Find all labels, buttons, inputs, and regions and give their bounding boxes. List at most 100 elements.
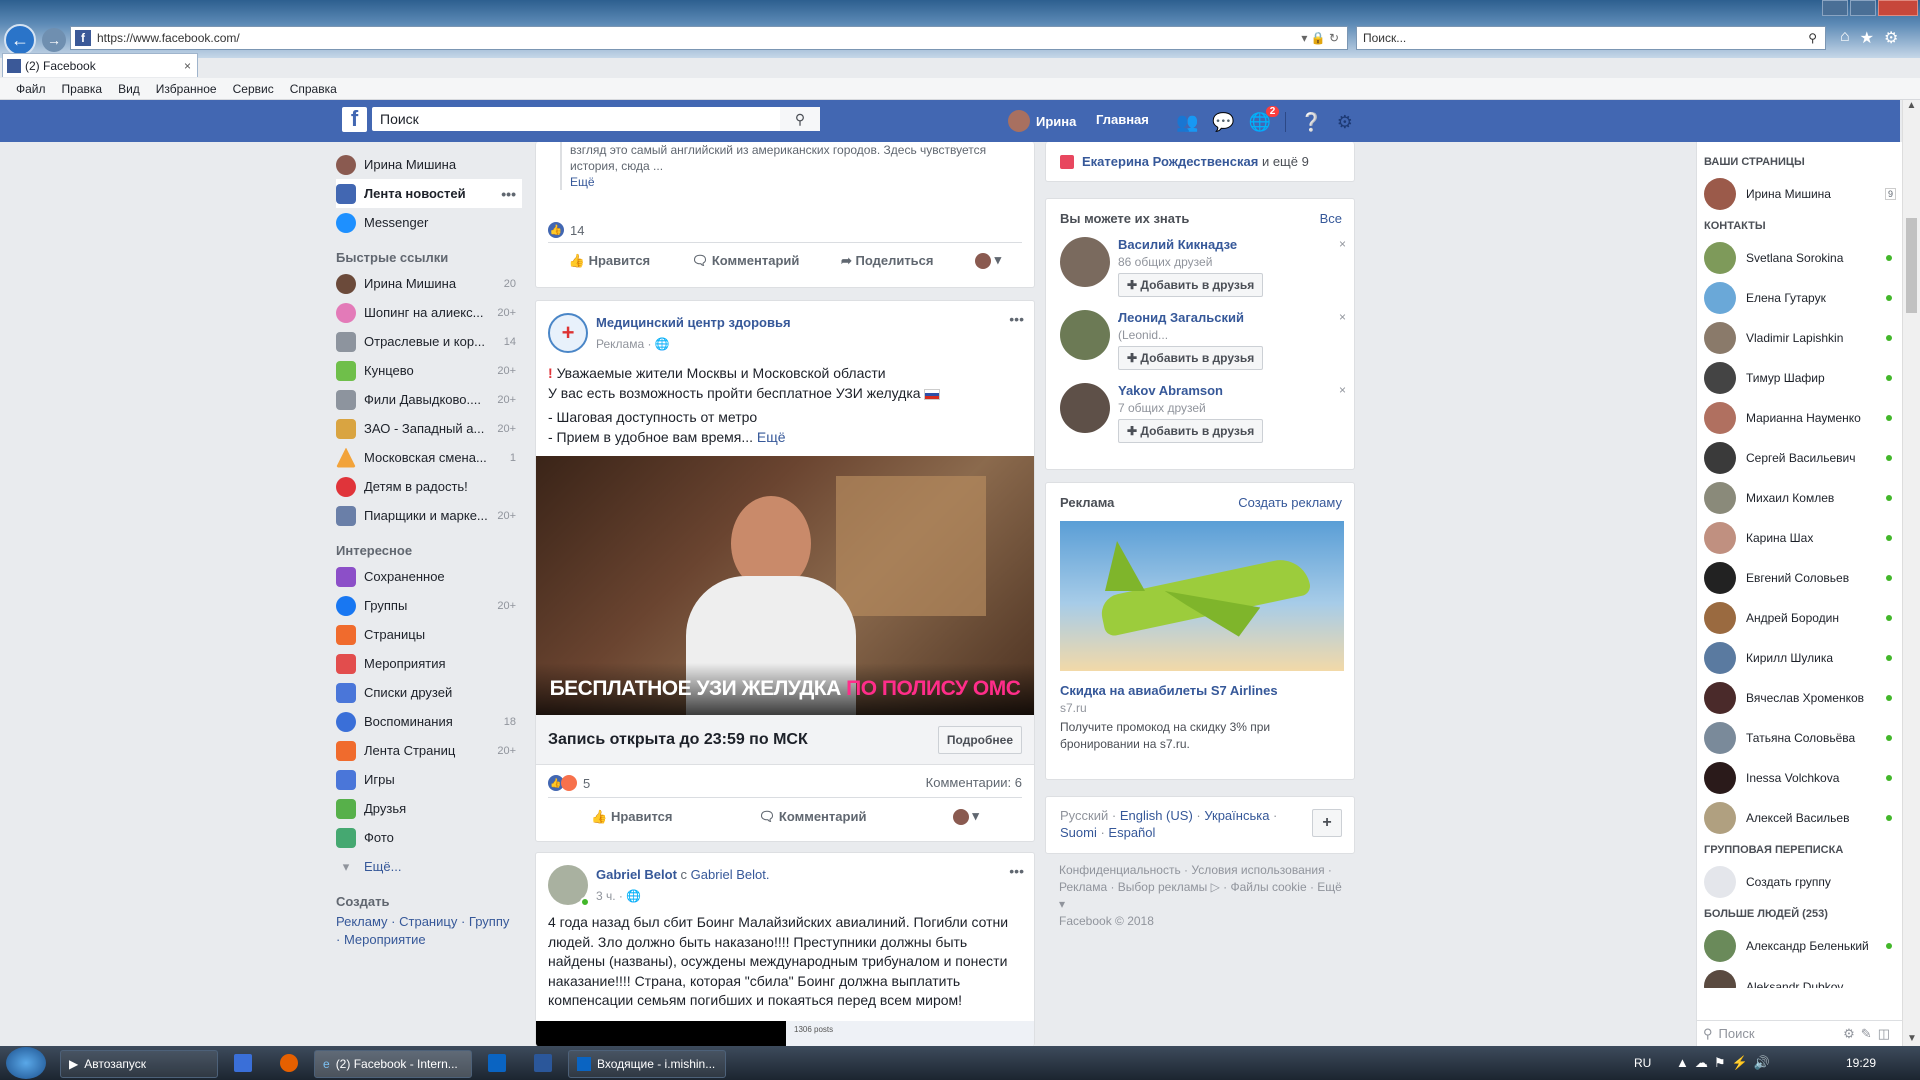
lang-link[interactable]: Español (1108, 825, 1155, 840)
input-language[interactable]: RU (1634, 1056, 1651, 1070)
help-icon[interactable]: ❔ (1300, 112, 1322, 133)
sidebar-shortcut[interactable]: Фили Давыдково.... 20+ (336, 385, 522, 414)
clock[interactable]: 19:29 (1846, 1056, 1876, 1070)
sidebar-shortcut[interactable]: Московская смена... 1 (336, 443, 522, 472)
see-more-link[interactable]: Ещё (570, 175, 595, 189)
post-options-icon[interactable]: ••• (1009, 311, 1024, 327)
comment-count[interactable]: Комментарии: 6 (926, 775, 1022, 790)
sidebar-explore-item[interactable]: Мероприятия (336, 649, 522, 678)
close-icon[interactable]: × (1339, 310, 1346, 324)
more-options-icon[interactable]: ••• (501, 186, 516, 202)
close-window-button[interactable] (1878, 0, 1918, 16)
sidebar-explore-item[interactable]: Страницы (336, 620, 522, 649)
sidebar-shortcut[interactable]: Шопинг на алиекс... 20+ (336, 298, 522, 327)
menu-tools[interactable]: Сервис (233, 82, 274, 96)
contact-item[interactable]: Inessa Volchkova (1704, 758, 1900, 798)
contact-item[interactable]: Александр Беленький (1704, 926, 1900, 966)
sidebar-shortcut[interactable]: Ирина Мишина 20 (336, 269, 522, 298)
sidebar-item-messenger[interactable]: Messenger (336, 208, 522, 237)
star-icon[interactable]: ★ (1860, 28, 1874, 48)
menu-favorites[interactable]: Избранное (156, 82, 217, 96)
sidebar-explore-item[interactable]: Списки друзей (336, 678, 522, 707)
birthday-name[interactable]: Екатерина Рождественская (1082, 154, 1258, 169)
pymk-name[interactable]: Леонид Загальский (1118, 310, 1244, 325)
contact-item[interactable]: Марианна Науменко (1704, 398, 1900, 438)
menu-edit[interactable]: Правка (62, 82, 103, 96)
tagged-user[interactable]: Gabriel Belot. (691, 867, 770, 882)
post-media-preview[interactable]: 1306 posts (786, 1021, 1034, 1046)
post-media[interactable] (536, 1021, 786, 1046)
sidebar-shortcut[interactable]: ЗАО - Западный а... 20+ (336, 414, 522, 443)
fb-search-input[interactable]: Поиск ⚲ (372, 107, 820, 131)
sidebar-explore-item[interactable]: Фото (336, 823, 522, 852)
add-friend-button[interactable]: ✚ Добавить в друзья (1118, 419, 1264, 443)
sidebar-explore-item[interactable]: Лента Страниц 20+ (336, 736, 522, 765)
post-options-icon[interactable]: ••• (1009, 863, 1024, 879)
maximize-button[interactable] (1850, 0, 1876, 16)
chat-search-bar[interactable]: ⚲ Поиск ⚙✎◫ (1697, 1020, 1902, 1046)
sidebar-shortcut[interactable]: Кунцево 20+ (336, 356, 522, 385)
sidebar-explore-item[interactable]: Друзья (336, 794, 522, 823)
pymk-name[interactable]: Василий Кикнадзе (1118, 237, 1237, 252)
menu-view[interactable]: Вид (118, 82, 140, 96)
post-author[interactable]: Gabriel Belot (596, 867, 677, 882)
start-button[interactable] (6, 1047, 46, 1079)
contact-item[interactable]: Елена Гутарук (1704, 278, 1900, 318)
learn-more-button[interactable]: Подробнее (937, 725, 1022, 754)
create-event-link[interactable]: Мероприятие (344, 932, 426, 947)
scroll-down-arrow[interactable]: ▼ (1903, 1033, 1920, 1044)
back-button[interactable]: ← (4, 24, 36, 56)
close-icon[interactable]: × (184, 59, 191, 73)
share-button[interactable]: ➦ Поделиться (841, 253, 934, 269)
contact-item[interactable]: Татьяна Соловьёва (1704, 718, 1900, 758)
notifications-icon[interactable]: 🌐 2 (1249, 105, 1280, 133)
sidebar-explore-item[interactable]: Группы 20+ (336, 591, 522, 620)
contact-item[interactable]: Вячеслав Хроменков (1704, 678, 1900, 718)
fb-logo[interactable]: f (342, 106, 367, 132)
taskbar-item[interactable]: ▶ Автозапуск (60, 1050, 218, 1078)
audience-selector[interactable]: ▾ (975, 252, 1001, 269)
lang-link[interactable]: Українська (1204, 808, 1269, 823)
create-group-link[interactable]: Группу (469, 914, 509, 929)
see-more-link[interactable]: Ещё (757, 429, 786, 445)
ad-image[interactable]: БЕСПЛАТНОЕ УЗИ ЖЕЛУДКА ПО ПОЛИСУ ОМС (536, 456, 1034, 715)
sidebar-shortcut[interactable]: Детям в радость! (336, 472, 522, 501)
sidebar-item-news-feed[interactable]: Лента новостей ••• (336, 179, 522, 208)
avatar[interactable] (1060, 310, 1110, 360)
audience-selector[interactable]: ▾ (952, 808, 979, 825)
ad-image[interactable] (1060, 521, 1344, 671)
create-page-link[interactable]: Страницу (399, 914, 457, 929)
comment-button[interactable]: 🗨 Комментарий (692, 253, 800, 269)
footer-links[interactable]: Конфиденциальность · Условия использован… (1059, 862, 1349, 913)
address-bar[interactable]: f https://www.facebook.com/ ▾ 🔒 ↻ (70, 26, 1348, 50)
lang-link[interactable]: English (US) (1120, 808, 1193, 823)
scroll-up-arrow[interactable]: ▲ (1903, 100, 1920, 118)
contact-item[interactable]: Aleksandr Dubkov (1704, 966, 1900, 988)
sidebar-profile[interactable]: Ирина Мишина (336, 150, 522, 179)
scroll-thumb[interactable] (1906, 218, 1917, 313)
contact-item[interactable]: Сергей Васильевич (1704, 438, 1900, 478)
add-friend-button[interactable]: ✚ Добавить в друзья (1118, 273, 1264, 297)
word-icon[interactable] (534, 1054, 552, 1072)
page-item[interactable]: Ирина Мишина 9 (1704, 174, 1900, 214)
sidebar-more[interactable]: ▾ Ещё... (336, 852, 522, 881)
contact-item[interactable]: Кирилл Шулика (1704, 638, 1900, 678)
avatar[interactable] (1060, 237, 1110, 287)
add-friend-button[interactable]: ✚ Добавить в друзья (1118, 346, 1264, 370)
tray-icons[interactable]: ▲☁⚑⚡🔊 (1676, 1055, 1776, 1071)
chat-options-icons[interactable]: ⚙✎◫ (1843, 1026, 1896, 1042)
like-button[interactable]: 👍 Нравится (591, 809, 672, 825)
sidebar-explore-item[interactable]: Игры (336, 765, 522, 794)
avatar[interactable]: + (548, 313, 588, 353)
settings-icon[interactable]: ⚙ (1337, 112, 1353, 133)
comment-button[interactable]: 🗨 Комментарий (759, 809, 867, 825)
close-icon[interactable]: × (1339, 383, 1346, 397)
firefox-icon[interactable] (280, 1054, 298, 1072)
ad-title[interactable]: Скидка на авиабилеты S7 Airlines (1060, 683, 1278, 698)
taskbar-item[interactable]: e (2) Facebook - Intern... (314, 1050, 472, 1078)
pymk-name[interactable]: Yakov Abramson (1118, 383, 1223, 398)
post-author[interactable]: Медицинский центр здоровья (596, 315, 791, 330)
fb-home-link[interactable]: Главная (1096, 112, 1149, 127)
contact-item[interactable]: Тимур Шафир (1704, 358, 1900, 398)
contact-item[interactable]: Алексей Васильев (1704, 798, 1900, 838)
